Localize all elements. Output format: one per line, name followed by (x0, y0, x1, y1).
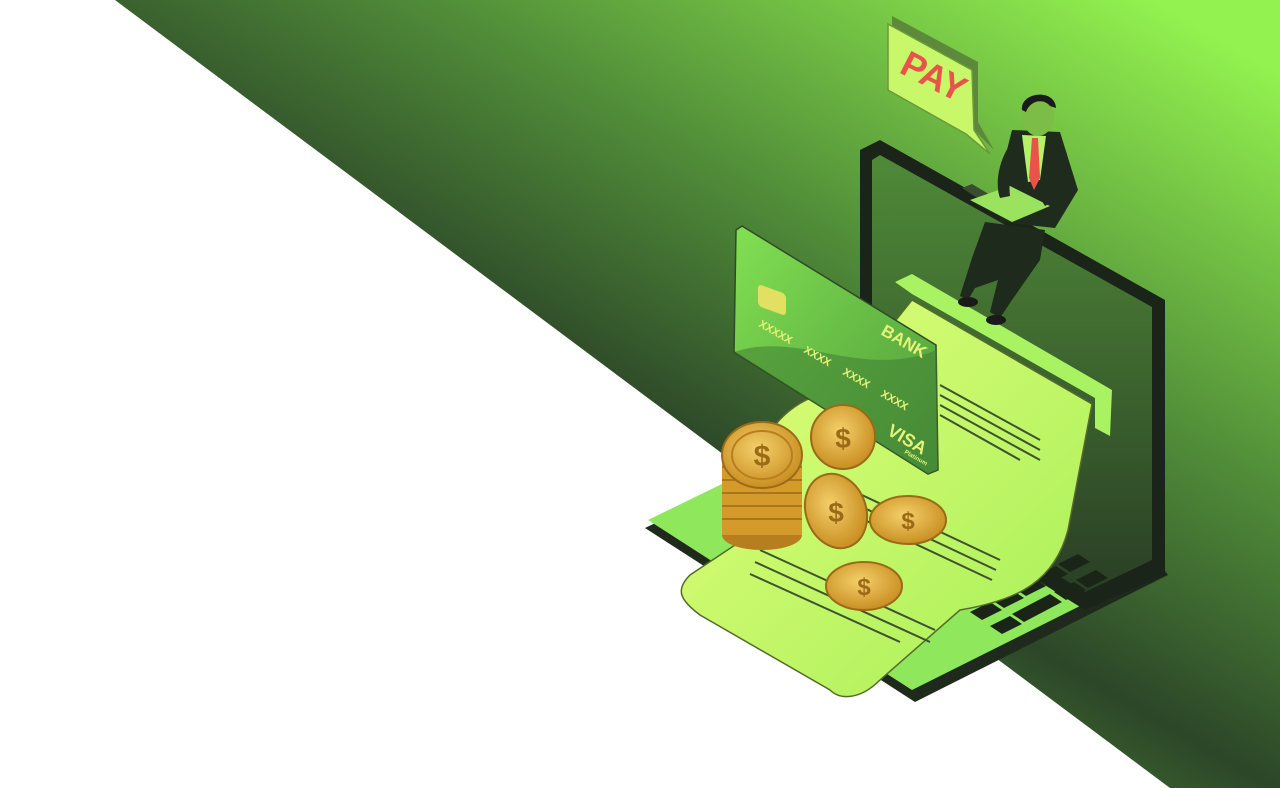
person-shoe (986, 315, 1006, 325)
coin-symbol: $ (901, 508, 915, 535)
coin-flat: $ (825, 561, 903, 611)
coin-falling: $ (810, 404, 876, 470)
coin-symbol: $ (857, 574, 871, 601)
coin-symbol: $ (754, 440, 771, 473)
coin-symbol: $ (828, 497, 844, 528)
coin-flat: $ (869, 495, 947, 545)
coin-symbol: $ (835, 423, 851, 454)
coin-stack: $ (721, 421, 803, 550)
person-shoe (958, 297, 978, 307)
payment-illustration: BANK XXXXX XXXX XXXX XXXX VISA Platinum … (115, 0, 1280, 788)
